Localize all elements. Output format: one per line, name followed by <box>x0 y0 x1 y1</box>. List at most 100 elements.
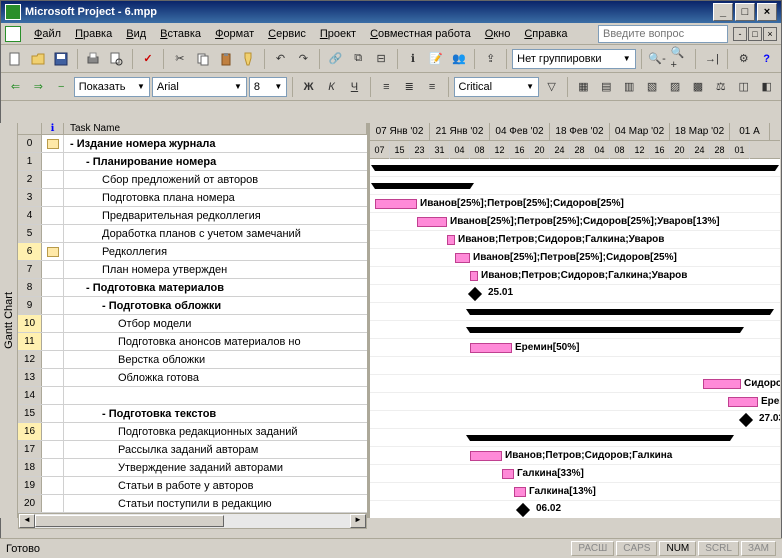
task-name-cell[interactable]: - Подготовка обложки <box>64 297 367 314</box>
note-button[interactable]: 📝 <box>425 48 446 70</box>
save-button[interactable] <box>51 48 72 70</box>
unlink-button[interactable]: ⧉ <box>348 48 369 70</box>
undo-button[interactable]: ↶ <box>270 48 291 70</box>
menu-insert[interactable]: Вставка <box>153 25 208 43</box>
autofilter-button[interactable]: ▽ <box>541 76 562 98</box>
task-name-cell[interactable]: - Издание номера журнала <box>64 135 367 152</box>
task-bar[interactable]: Иванов;Петров;Сидоров;Галкина;Уваров <box>447 235 455 245</box>
header-taskname[interactable]: Task Name <box>64 123 367 134</box>
row-number[interactable]: 5 <box>18 225 42 242</box>
task-row[interactable]: 16Подготовка редакционных заданий <box>18 423 367 441</box>
task-row[interactable]: 11Подготовка анонсов материалов но <box>18 333 367 351</box>
task-bar[interactable]: Сидоров[70 <box>703 379 741 389</box>
task-bar[interactable]: Еремин <box>728 397 758 407</box>
task-name-cell[interactable]: Отбор модели <box>64 315 367 332</box>
open-button[interactable] <box>28 48 49 70</box>
header-info-icon[interactable]: ℹ <box>42 123 64 134</box>
italic-button[interactable]: К <box>321 76 342 98</box>
show-combo[interactable]: Показать▼ <box>74 77 150 97</box>
menu-view[interactable]: Вид <box>119 25 153 43</box>
underline-button[interactable]: Ч <box>344 76 365 98</box>
link-button[interactable]: 🔗 <box>325 48 346 70</box>
row-number[interactable]: 9 <box>18 297 42 314</box>
task-row[interactable]: 9 - Подготовка обложки <box>18 297 367 315</box>
doc-restore-button[interactable]: □ <box>748 27 762 41</box>
indent-arrow-button[interactable]: ⇒ <box>28 76 49 98</box>
summary-bar[interactable] <box>375 183 470 189</box>
view1-button[interactable]: ▦ <box>573 76 594 98</box>
font-combo[interactable]: Arial▼ <box>152 77 247 97</box>
doc-minimize-button[interactable]: - <box>733 27 747 41</box>
spelling-button[interactable]: ✓ <box>138 48 159 70</box>
task-row[interactable]: 5Доработка планов с учетом замечаний <box>18 225 367 243</box>
task-bar[interactable]: Галкина[13%] <box>514 487 526 497</box>
task-bar[interactable]: Иванов;Петров;Сидоров;Галкина;Уваров <box>470 271 478 281</box>
align-center-button[interactable]: ≣ <box>399 76 420 98</box>
gantt-bars[interactable]: Иванов[25%];Петров[25%];Сидоров[25%]Иван… <box>370 159 780 518</box>
menu-collab[interactable]: Совместная работа <box>363 25 478 43</box>
ask-input[interactable] <box>598 25 728 43</box>
row-number[interactable]: 20 <box>18 495 42 512</box>
menu-file[interactable]: Файл <box>27 25 68 43</box>
view5-button[interactable]: ▨ <box>665 76 686 98</box>
summary-bar[interactable] <box>470 435 730 441</box>
show-minus-button[interactable]: − <box>51 76 72 98</box>
row-number[interactable]: 11 <box>18 333 42 350</box>
menu-tools[interactable]: Сервис <box>261 25 313 43</box>
redo-button[interactable]: ↷ <box>293 48 314 70</box>
row-number[interactable]: 1 <box>18 153 42 170</box>
task-name-cell[interactable]: Сбор предложений от авторов <box>64 171 367 188</box>
scroll-left-icon[interactable]: ◄ <box>19 514 35 528</box>
task-row[interactable]: 4Предварительная редколлегия <box>18 207 367 225</box>
task-row[interactable]: 14 <box>18 387 367 405</box>
row-number[interactable]: 8 <box>18 279 42 296</box>
task-bar[interactable]: Иванов[25%];Петров[25%];Сидоров[25%] <box>375 199 417 209</box>
paste-button[interactable] <box>215 48 236 70</box>
view7-button[interactable]: ⚖ <box>710 76 731 98</box>
task-name-cell[interactable]: Статьи поступили в редакцию <box>64 495 367 512</box>
milestone-icon[interactable] <box>516 503 530 517</box>
summary-bar[interactable] <box>470 309 770 315</box>
row-number[interactable]: 6 <box>18 243 42 260</box>
row-number[interactable]: 4 <box>18 207 42 224</box>
summary-bar[interactable] <box>470 327 740 333</box>
task-row[interactable]: 7План номера утвержден <box>18 261 367 279</box>
row-number[interactable]: 18 <box>18 459 42 476</box>
task-bar[interactable]: Иванов;Петров;Сидоров;Галкина <box>470 451 502 461</box>
assign-button[interactable]: 👥 <box>448 48 469 70</box>
menu-help[interactable]: Справка <box>517 25 574 43</box>
task-name-cell[interactable]: Статьи в работе у авторов <box>64 477 367 494</box>
row-number[interactable]: 15 <box>18 405 42 422</box>
close-button[interactable]: × <box>757 3 777 21</box>
task-row[interactable]: 19Статьи в работе у авторов <box>18 477 367 495</box>
grouping-combo[interactable]: Нет группировки▼ <box>512 49 636 69</box>
goto-button[interactable]: →| <box>701 48 722 70</box>
view6-button[interactable]: ▩ <box>687 76 708 98</box>
summary-bar[interactable] <box>375 165 775 171</box>
task-name-cell[interactable]: Редколлегия <box>64 243 367 260</box>
task-row[interactable]: 15 - Подготовка текстов <box>18 405 367 423</box>
zoom-out-button[interactable]: 🔍- <box>647 48 668 70</box>
task-bar[interactable]: Еремин[50%] <box>470 343 512 353</box>
task-name-cell[interactable]: Верстка обложки <box>64 351 367 368</box>
info-button[interactable]: ℹ <box>403 48 424 70</box>
task-row[interactable]: 18Утверждение заданий авторами <box>18 459 367 477</box>
row-number[interactable]: 12 <box>18 351 42 368</box>
print-button[interactable] <box>83 48 104 70</box>
task-name-cell[interactable]: Подготовка плана номера <box>64 189 367 206</box>
task-row[interactable]: 3Подготовка плана номера <box>18 189 367 207</box>
task-name-cell[interactable]: - Подготовка текстов <box>64 405 367 422</box>
menu-edit[interactable]: Правка <box>68 25 119 43</box>
scroll-right-icon[interactable]: ► <box>350 514 366 528</box>
task-bar[interactable]: Иванов[25%];Петров[25%];Сидоров[25%] <box>455 253 470 263</box>
new-button[interactable] <box>5 48 26 70</box>
task-name-cell[interactable]: Подготовка редакционных заданий <box>64 423 367 440</box>
view3-button[interactable]: ▥ <box>619 76 640 98</box>
task-row[interactable]: 13Обложка готова <box>18 369 367 387</box>
task-name-cell[interactable]: - Подготовка материалов <box>64 279 367 296</box>
task-name-cell[interactable]: - Планирование номера <box>64 153 367 170</box>
task-row[interactable]: 10Отбор модели <box>18 315 367 333</box>
zoom-in-button[interactable]: 🔍+ <box>670 48 691 70</box>
view-tab-gantt[interactable]: Gantt Chart <box>0 123 18 518</box>
format-painter-button[interactable] <box>238 48 259 70</box>
